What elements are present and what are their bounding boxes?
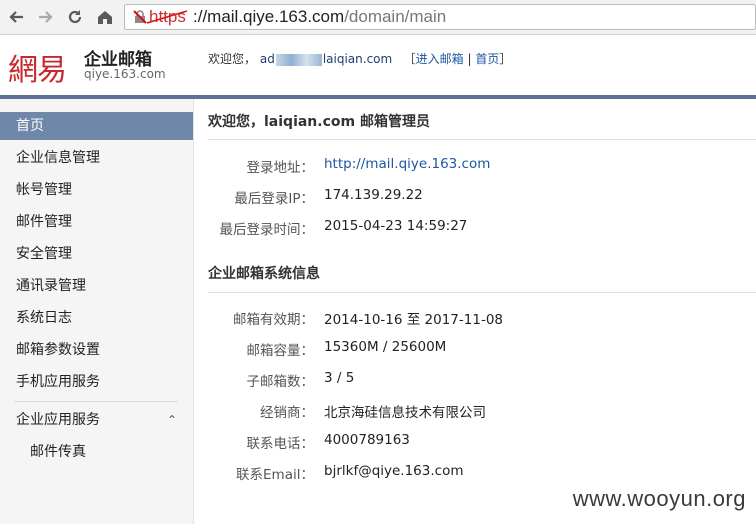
- watermark: www.wooyun.org: [572, 486, 746, 511]
- sidebar-item-company-info[interactable]: 企业信息管理: [0, 144, 193, 172]
- sidebar-group-label: 企业应用服务: [16, 412, 100, 428]
- last-ip-label: 最后登录IP：: [234, 191, 314, 207]
- validity-row: 邮箱有效期： 2014-10-16 至 2017-11-08: [194, 308, 756, 332]
- sidebar: 首页 企业信息管理 帐号管理 邮件管理 安全管理 通讯录管理 系统日志 邮箱参数…: [0, 99, 194, 524]
- sidebar-divider: [14, 401, 178, 402]
- enter-mailbox-link[interactable]: 进入邮箱: [416, 52, 464, 66]
- home-icon[interactable]: [94, 6, 116, 28]
- address-bar[interactable]: https ://mail.qiye.163.com/domain/main: [124, 4, 756, 30]
- validity-value: 2014-10-16 至 2017-11-08: [324, 312, 503, 328]
- last-time-row: 最后登录时间： 2015-04-23 14:59:27: [194, 218, 756, 242]
- last-ip-row: 最后登录IP： 174.139.29.22: [194, 187, 756, 211]
- sidebar-item-mobile[interactable]: 手机应用服务: [0, 368, 193, 396]
- sidebar-group-enterprise-apps[interactable]: 企业应用服务 ⌃: [0, 406, 193, 434]
- capacity-label: 邮箱容量：: [246, 343, 315, 359]
- sidebar-item-home[interactable]: 首页: [0, 112, 193, 140]
- sub-count-label: 子邮箱数：: [246, 374, 315, 390]
- email-label: 联系Email：: [236, 467, 314, 483]
- last-time-label: 最后登录时间：: [219, 222, 315, 238]
- reload-icon[interactable]: [64, 6, 86, 28]
- redacted-block: [275, 53, 322, 66]
- scheme-strike-icon: [146, 10, 188, 24]
- browser-toolbar: https ://mail.qiye.163.com/domain/main: [0, 0, 756, 35]
- chevron-up-icon[interactable]: ⌃: [167, 406, 177, 434]
- sidebar-item-mail-settings[interactable]: 邮箱参数设置: [0, 336, 193, 364]
- welcome-prefix: 欢迎您，: [208, 52, 257, 66]
- phone-row: 联系电话： 4000789163: [194, 432, 756, 456]
- last-ip-value: 174.139.29.22: [324, 187, 423, 203]
- main-content: 欢迎您，laiqian.com 邮箱管理员 登录地址： http://mail.…: [194, 99, 756, 524]
- dealer-value: 北京海硅信息技术有限公司: [324, 405, 486, 421]
- section-divider: [208, 292, 756, 293]
- app-header: 網易 企业邮箱 qiye.163.com 欢迎您， ad laiqian.com …: [0, 35, 756, 95]
- sidebar-item-security[interactable]: 安全管理: [0, 240, 193, 268]
- login-url-value[interactable]: http://mail.qiye.163.com: [324, 156, 490, 172]
- sidebar-item-mail[interactable]: 邮件管理: [0, 208, 193, 236]
- home-link[interactable]: 首页: [475, 52, 499, 66]
- sidebar-item-logs[interactable]: 系统日志: [0, 304, 193, 332]
- forward-icon[interactable]: [34, 6, 56, 28]
- email-row: 联系Email： bjrlkf@qiye.163.com: [194, 463, 756, 487]
- back-icon[interactable]: [6, 6, 28, 28]
- sidebar-item-accounts[interactable]: 帐号管理: [0, 176, 193, 204]
- welcome-section-title: 欢迎您，laiqian.com 邮箱管理员: [208, 114, 430, 130]
- login-url-label: 登录地址：: [246, 160, 315, 176]
- username: ad laiqian.com: [259, 52, 393, 66]
- sub-count-value: 3 / 5: [324, 370, 355, 386]
- system-info-section-title: 企业邮箱系统信息: [208, 266, 320, 282]
- dealer-row: 经销商： 北京海硅信息技术有限公司: [194, 401, 756, 425]
- url-text: ://mail.qiye.163.com/domain/main: [193, 7, 447, 26]
- welcome-bar: 欢迎您， ad laiqian.com ［进入邮箱 | 首页］: [208, 52, 512, 66]
- capacity-value: 15360M / 25600M: [324, 339, 447, 355]
- product-domain: qiye.163.com: [84, 67, 166, 81]
- dealer-label: 经销商：: [260, 405, 314, 421]
- phone-label: 联系电话：: [246, 436, 315, 452]
- capacity-row: 邮箱容量： 15360M / 25600M: [194, 339, 756, 363]
- netease-logo: 網易: [8, 53, 67, 88]
- validity-label: 邮箱有效期：: [233, 312, 314, 328]
- login-url-row: 登录地址： http://mail.qiye.163.com: [194, 156, 756, 180]
- email-value: bjrlkf@qiye.163.com: [324, 463, 464, 479]
- sidebar-item-mail-fax[interactable]: 邮件传真: [0, 438, 193, 466]
- last-time-value: 2015-04-23 14:59:27: [324, 218, 468, 234]
- sub-count-row: 子邮箱数： 3 / 5: [194, 370, 756, 394]
- section-divider: [208, 139, 756, 140]
- phone-value: 4000789163: [324, 432, 410, 448]
- sidebar-item-contacts[interactable]: 通讯录管理: [0, 272, 193, 300]
